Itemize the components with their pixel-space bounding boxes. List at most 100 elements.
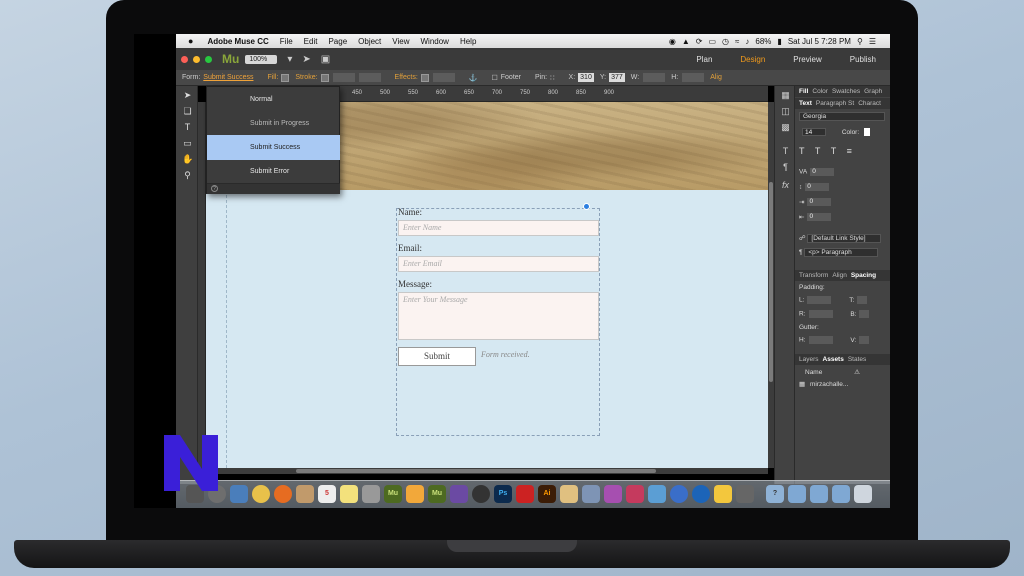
mode-preview[interactable]: Preview <box>793 55 821 64</box>
airplay-icon[interactable]: ▭ <box>708 37 716 46</box>
stroke-swatch[interactable] <box>320 73 329 82</box>
app-store-icon[interactable] <box>692 485 710 503</box>
stroke-style-field[interactable] <box>358 73 381 82</box>
tab-swatches[interactable]: Swatches <box>832 88 860 95</box>
w-field[interactable] <box>643 73 666 82</box>
function-panel-icon[interactable]: fx <box>780 180 791 190</box>
tab-paragraph-styles[interactable]: Paragraph St <box>816 100 854 107</box>
gutter-v-field[interactable] <box>859 336 870 344</box>
menu-view[interactable]: View <box>392 37 409 46</box>
asset-name[interactable]: mirzachalle... <box>810 381 848 388</box>
folder-icon-2[interactable] <box>810 485 828 503</box>
selection-tool-icon[interactable]: ➤ <box>182 90 193 101</box>
padding-t-field[interactable] <box>857 296 868 304</box>
duck-icon[interactable] <box>714 485 732 503</box>
menu-help[interactable]: Help <box>460 37 476 46</box>
chevron-down-icon[interactable]: ▾ <box>287 54 292 65</box>
tab-layers[interactable]: Layers <box>799 356 819 363</box>
menu-page[interactable]: Page <box>328 37 347 46</box>
tab-text[interactable]: Text <box>799 100 812 107</box>
gutter-h-field[interactable] <box>808 336 833 344</box>
tab-assets[interactable]: Assets <box>823 356 844 363</box>
horizontal-scroll-thumb[interactable] <box>296 469 656 473</box>
contacts-icon[interactable] <box>296 485 314 503</box>
sync-icon[interactable]: ⟳ <box>696 37 703 46</box>
underline-icon[interactable]: T <box>831 146 836 156</box>
muse-dock-icon[interactable]: Mu <box>384 485 402 503</box>
pin-grid-icon[interactable]: ∷ <box>550 74 554 82</box>
script-editor-icon[interactable] <box>560 485 578 503</box>
flashcards-icon[interactable] <box>626 485 644 503</box>
submit-button[interactable]: Submit <box>398 347 476 366</box>
mode-plan[interactable]: Plan <box>696 55 712 64</box>
illustrator-icon[interactable]: Ai <box>538 485 556 503</box>
menu-object[interactable]: Object <box>358 37 381 46</box>
email-input[interactable]: Enter Email <box>398 256 599 272</box>
horizontal-scrollbar[interactable] <box>206 468 768 474</box>
library-panel-icon[interactable]: ◫ <box>780 106 791 117</box>
leading-field[interactable]: 0 <box>805 183 830 191</box>
keynote-icon[interactable] <box>582 485 600 503</box>
tab-transform[interactable]: Transform <box>799 272 828 279</box>
form-state-select[interactable]: Submit Success <box>203 74 253 81</box>
menu-edit[interactable]: Edit <box>304 37 318 46</box>
app-name-menu[interactable]: Adobe Muse CC <box>207 37 268 46</box>
paragraph-panel-icon[interactable]: ¶ <box>780 162 791 172</box>
effects-field[interactable] <box>432 73 455 82</box>
itunes-2-icon[interactable] <box>604 485 622 503</box>
mode-publish[interactable]: Publish <box>850 55 876 64</box>
tab-color[interactable]: Color <box>812 88 828 95</box>
sketch-icon[interactable] <box>406 485 424 503</box>
wifi-icon[interactable]: ≈ <box>735 37 739 46</box>
camera-icon[interactable] <box>472 485 490 503</box>
text-panel-icon[interactable]: T <box>780 146 791 156</box>
zoom-tool-icon[interactable]: ⚲ <box>182 170 193 181</box>
spotlight-icon[interactable]: ⚲ <box>857 37 863 46</box>
font-select[interactable]: Georgia <box>799 112 885 121</box>
record-icon[interactable]: ◉ <box>669 37 676 46</box>
message-textarea[interactable]: Enter Your Message <box>398 292 599 340</box>
clock[interactable]: Sat Jul 5 7:28 PM <box>788 37 851 46</box>
font-size-field[interactable]: 14 <box>802 128 826 136</box>
notifications-icon[interactable]: ☰ <box>869 37 876 46</box>
effects-swatch[interactable] <box>420 73 429 82</box>
apple-icon[interactable]: ● <box>188 36 193 46</box>
form-options-handle[interactable] <box>583 203 590 210</box>
minimize-window-icon[interactable] <box>193 55 200 63</box>
folder-icon[interactable] <box>788 485 806 503</box>
mode-design[interactable]: Design <box>740 55 765 64</box>
tab-states[interactable]: States <box>848 356 866 363</box>
calendar-icon[interactable]: 5 <box>318 485 336 503</box>
notes-icon[interactable] <box>340 485 358 503</box>
states-panel-icon[interactable]: ▦ <box>780 90 791 101</box>
padding-r-field[interactable] <box>808 310 833 318</box>
fill-swatch[interactable] <box>281 73 290 82</box>
space-field[interactable]: 0 <box>807 213 832 222</box>
italic-icon[interactable]: T <box>815 146 820 156</box>
folder-icon-3[interactable] <box>832 485 850 503</box>
tracking-field[interactable]: 0 <box>810 168 835 176</box>
layers-panel-icon[interactable]: ▩ <box>780 122 791 133</box>
pin-app-icon[interactable] <box>516 485 534 503</box>
help-dock-icon[interactable]: ? <box>766 485 784 503</box>
tab-fill[interactable]: Fill <box>799 88 808 95</box>
text-tool-icon[interactable]: T <box>182 122 193 133</box>
dropdown-item-submit-error[interactable]: Submit Error <box>207 159 340 184</box>
text-color-swatch[interactable] <box>863 128 870 136</box>
stickies-icon[interactable] <box>648 485 666 503</box>
align-left-icon[interactable]: ≡ <box>847 146 852 156</box>
padding-b-field[interactable] <box>859 310 870 318</box>
anchor-icon[interactable]: ⚓ <box>469 74 478 82</box>
align-label[interactable]: Alig <box>710 74 722 81</box>
trash-icon[interactable] <box>854 485 872 503</box>
menu-window[interactable]: Window <box>420 37 448 46</box>
vertical-scroll-thumb[interactable] <box>769 182 773 382</box>
preview-page-icon[interactable]: ➤ <box>302 54 310 65</box>
itunes-icon[interactable] <box>450 485 468 503</box>
photoshop-icon[interactable]: Ps <box>494 485 512 503</box>
dropdown-item-submit-in-progress[interactable]: Submit in Progress <box>207 111 340 136</box>
crop-tool-icon[interactable]: ❏ <box>182 106 193 117</box>
chrome-icon[interactable] <box>252 485 270 503</box>
zoom-window-icon[interactable] <box>205 55 212 63</box>
padding-l-field[interactable] <box>807 296 832 304</box>
